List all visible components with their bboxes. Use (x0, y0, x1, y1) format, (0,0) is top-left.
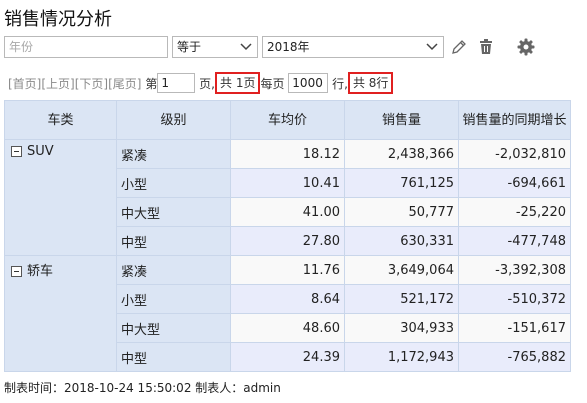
sales-cell: 761,125 (344, 168, 459, 198)
sales-cell: 2,438,366 (344, 139, 459, 169)
growth-cell: -151,617 (458, 313, 571, 343)
next-page-link[interactable]: [下页] (75, 75, 108, 92)
page-prefix: 第 (145, 76, 158, 91)
page-title: 销售情况分析 (4, 9, 112, 30)
total-rows: 共 8行 (347, 72, 394, 94)
table-row: SUV 紧凑 18.12 2,438,366 -2,032,810 (4, 139, 571, 256)
operator-select[interactable]: 等于 (172, 36, 258, 58)
column-header[interactable]: 销售量 (344, 100, 459, 140)
page-number-input[interactable]: 1 (157, 73, 196, 93)
last-page-link[interactable]: [尾页] (108, 75, 141, 92)
column-header[interactable]: 车均价 (230, 100, 345, 140)
avg-price-cell: 41.00 (230, 197, 345, 227)
page-suffix: 页, (199, 76, 215, 91)
sales-cell: 304,933 (344, 313, 459, 343)
value-select[interactable]: 2018年 (262, 36, 444, 58)
growth-cell: -477,748 (458, 226, 571, 256)
column-header[interactable]: 车类 (4, 100, 117, 140)
first-page-link[interactable]: [首页] (8, 75, 41, 92)
avg-price-cell: 24.39 (230, 342, 345, 372)
growth-cell: -510,372 (458, 284, 571, 314)
sales-table: 车类 级别 车均价 销售量 销售量的同期增长 SUV 紧凑 18.12 2,43… (4, 100, 571, 372)
sales-cell: 630,331 (344, 226, 459, 256)
field-input-box[interactable] (4, 36, 168, 58)
growth-cell: -694,661 (458, 168, 571, 198)
level-cell: 小型 (116, 168, 231, 198)
level-cell: 中大型 (116, 197, 231, 227)
growth-cell: -25,220 (458, 197, 571, 227)
level-cell: 小型 (116, 284, 231, 314)
total-pages: 共 1页 (215, 72, 261, 94)
avg-price-cell: 8.64 (230, 284, 345, 314)
chevron-down-icon (426, 43, 438, 51)
value-selected: 2018年 (267, 40, 310, 54)
level-cell: 紧凑 (116, 255, 231, 285)
prev-page-link[interactable]: [上页] (41, 75, 74, 92)
category-cell[interactable]: 轿车 (4, 255, 117, 372)
avg-price-cell: 18.12 (230, 139, 345, 169)
chevron-down-icon (240, 43, 252, 51)
rows-per-page-input[interactable]: 1000 (288, 73, 329, 93)
avg-price-cell: 27.80 (230, 226, 345, 256)
per-page-prefix: 每页 (260, 76, 285, 91)
table-row: 轿车 紧凑 11.76 3,649,064 -3,392,308 (4, 255, 571, 372)
level-cell: 中型 (116, 226, 231, 256)
collapse-icon[interactable] (11, 146, 22, 157)
level-cell: 中大型 (116, 313, 231, 343)
category-label: 轿车 (27, 264, 54, 279)
column-header[interactable]: 销售量的同期增长 (458, 100, 571, 140)
avg-price-cell: 11.76 (230, 255, 345, 285)
growth-cell: -3,392,308 (458, 255, 571, 285)
sales-cell: 1,172,943 (344, 342, 459, 372)
collapse-icon[interactable] (11, 266, 22, 277)
table-header-row: 车类 级别 车均价 销售量 销售量的同期增长 (4, 100, 571, 140)
column-header[interactable]: 级别 (116, 100, 231, 140)
operator-value: 等于 (177, 40, 202, 54)
gear-icon[interactable] (516, 37, 536, 57)
sales-cell: 3,649,064 (344, 255, 459, 285)
growth-cell: -765,882 (458, 342, 571, 372)
trash-icon[interactable] (476, 37, 496, 57)
growth-cell: -2,032,810 (458, 139, 571, 169)
pagination-bar: [首页][上页][下页][尾页] 第1 页, 共 1页 每页 1000 行, 共 8行 (8, 72, 394, 96)
avg-price-cell: 10.41 (230, 168, 345, 198)
pencil-icon[interactable] (449, 37, 469, 57)
avg-price-cell: 48.60 (230, 313, 345, 343)
category-label: SUV (27, 144, 54, 159)
category-cell[interactable]: SUV (4, 139, 117, 256)
field-input[interactable] (9, 37, 167, 57)
level-cell: 中型 (116, 342, 231, 372)
per-page-suffix: 行, (332, 76, 348, 91)
report-footer: 制表时间：2018-10-24 15:50:02 制表人：admin (4, 381, 281, 395)
sales-cell: 50,777 (344, 197, 459, 227)
filter-bar: 等于 2018年 (4, 36, 584, 60)
level-cell: 紧凑 (116, 139, 231, 169)
sales-cell: 521,172 (344, 284, 459, 314)
